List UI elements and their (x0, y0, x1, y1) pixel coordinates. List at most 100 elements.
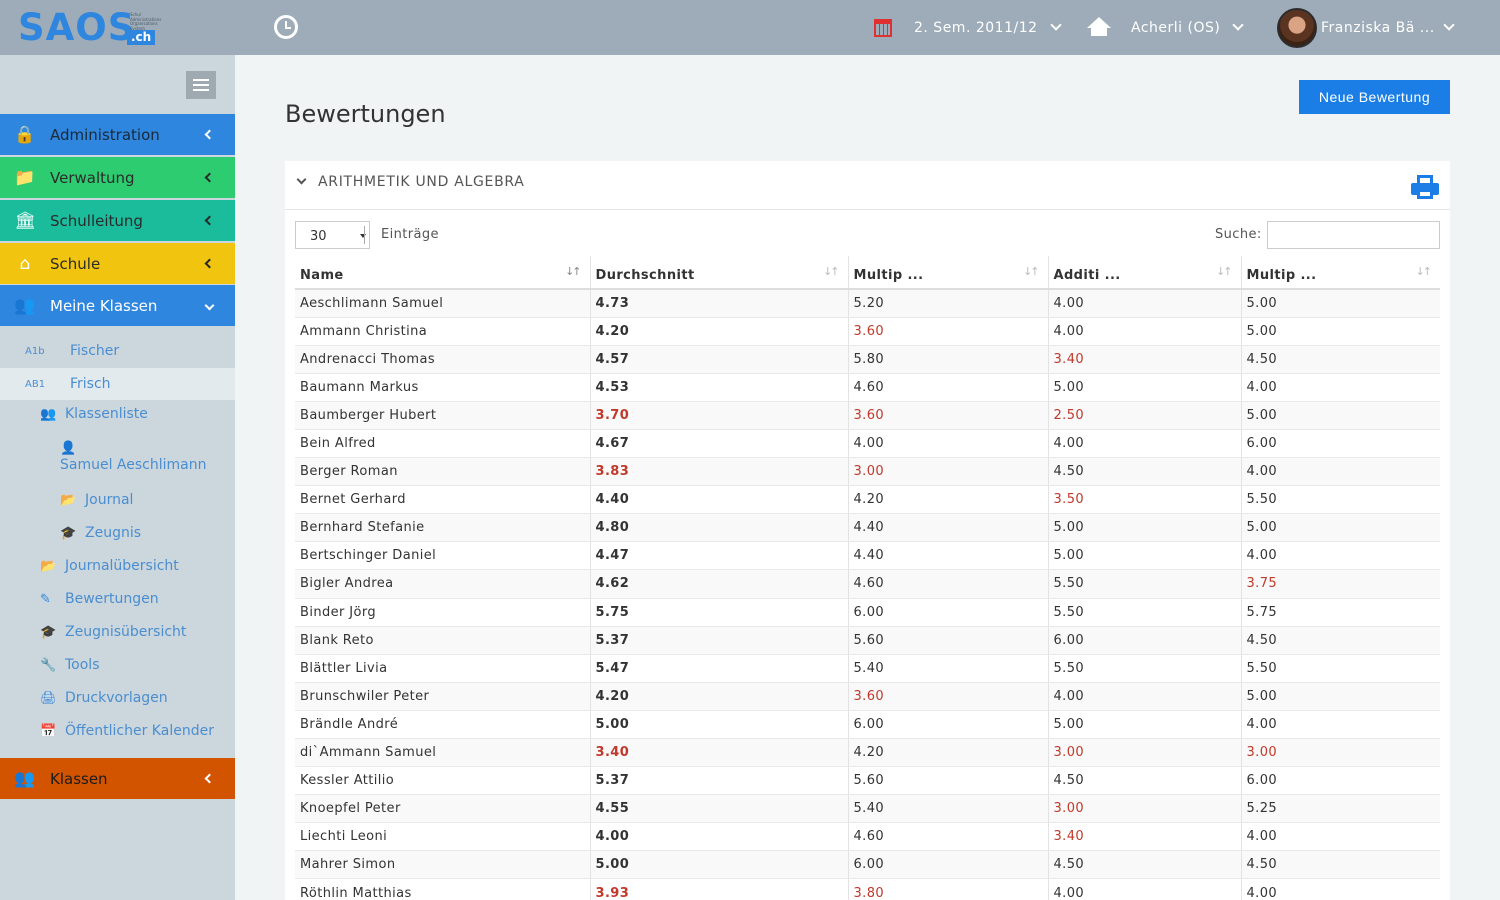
grade-cell: 4.00 (1241, 457, 1440, 487)
grade-cell: 5.40 (848, 794, 1049, 824)
table-row[interactable]: Brunschwiler Peter 4.20 3.60 4.00 5.00 (295, 682, 1440, 711)
class-name: Fischer (70, 343, 120, 359)
grade-cell: 5.40 (848, 654, 1049, 683)
column-header-name[interactable]: Name ↓↑ (295, 256, 591, 290)
semester-selector[interactable]: 2. Sem. 2011/12 (874, 0, 1062, 55)
table-row[interactable]: Brändle André 5.00 6.00 5.00 4.00 (295, 710, 1440, 740)
grade-cell: 4.00 (848, 429, 1049, 459)
grade-cell: 4.00 (1048, 317, 1242, 346)
table-row[interactable]: Berger Roman 3.83 3.00 4.50 4.00 (295, 457, 1440, 487)
wrench-icon: 🔧 (40, 657, 57, 673)
table-row[interactable]: Knoepfel Peter 4.55 5.40 3.00 5.25 (295, 794, 1440, 824)
school-selector[interactable]: Acherli (OS) (1087, 0, 1245, 55)
grade-cell: 3.00 (1048, 738, 1242, 768)
search-input[interactable] (1267, 221, 1440, 249)
column-header-exam-2[interactable]: Additi ... ↓↑ (1048, 256, 1242, 290)
nav-journal[interactable]: 📂 Journal (60, 492, 133, 508)
pencil-icon: ✎ (40, 591, 51, 607)
chevron-down-icon[interactable] (296, 174, 307, 185)
grade-cell: 4.00 (1241, 373, 1440, 402)
graduation-cap-icon: 🎓 (60, 525, 77, 541)
grade-cell: 5.50 (1048, 598, 1242, 627)
table-row[interactable]: Bertschinger Daniel 4.47 4.40 5.00 4.00 (295, 541, 1440, 571)
student-name-cell: Brändle André (295, 710, 591, 740)
average-cell: 4.20 (590, 317, 849, 346)
sidebar-section-schule[interactable]: ⌂ Schule (0, 243, 235, 284)
table-row[interactable]: Bigler Andrea 4.62 4.60 5.50 3.75 (295, 569, 1440, 599)
grade-cell: 6.00 (1048, 626, 1242, 655)
sort-icon: ↓↑ (1415, 265, 1433, 278)
student-name-cell: Blank Reto (295, 626, 591, 655)
grade-cell: 5.00 (1048, 710, 1242, 740)
grade-cell: 5.00 (1048, 373, 1242, 402)
page-title: Bewertungen (285, 100, 446, 128)
table-row[interactable]: Ammann Christina 4.20 3.60 4.00 5.00 (295, 317, 1440, 346)
sidebar-section-verwaltung[interactable]: 📁 Verwaltung (0, 157, 235, 198)
sidebar-section-meine-klassen[interactable]: 👥 Meine Klassen (0, 285, 235, 326)
nav-zeugnis[interactable]: 🎓 Zeugnis (60, 525, 141, 541)
nav-oeffentlicher-kalender[interactable]: 📅 Öffentlicher Kalender (40, 723, 214, 739)
table-row[interactable]: Baumann Markus 4.53 4.60 5.00 4.00 (295, 373, 1440, 402)
sidebar-section-label: Meine Klassen (50, 296, 158, 315)
nav-journaluebersicht[interactable]: 📂 Journalübersicht (40, 558, 179, 574)
page-length-select[interactable]: 30 (295, 221, 370, 249)
grade-cell: 4.50 (1048, 457, 1242, 487)
sidebar-section-administration[interactable]: 🔒 Administration (0, 114, 235, 155)
average-cell: 4.57 (590, 345, 849, 374)
print-icon[interactable] (1411, 175, 1439, 199)
column-header-average[interactable]: Durchschnitt ↓↑ (590, 256, 849, 290)
nav-label: Bewertungen (65, 591, 159, 607)
table-row[interactable]: Baumberger Hubert 3.70 3.60 2.50 5.00 (295, 401, 1440, 430)
grade-cell: 4.50 (1048, 766, 1242, 796)
new-rating-button[interactable]: Neue Bewertung (1299, 80, 1450, 114)
nav-druckvorlagen[interactable]: 🖨 Druckvorlagen (40, 690, 168, 706)
average-cell: 3.70 (590, 401, 849, 430)
class-name: Frisch (70, 376, 111, 392)
sidebar-section-label: Administration (50, 125, 160, 144)
chevron-left-icon (204, 129, 215, 140)
column-header-exam-3[interactable]: Multip ... ↓↑ (1241, 256, 1440, 290)
column-header-exam-1[interactable]: Multip ... ↓↑ (848, 256, 1049, 290)
class-item-fischer[interactable]: A1b Fischer (0, 335, 235, 367)
sidebar-section-klassen[interactable]: 👥 Klassen (0, 758, 235, 799)
nav-label: Journal (85, 492, 134, 508)
nav-label: Journalübersicht (65, 558, 179, 574)
nav-bewertungen[interactable]: ✎ Bewertungen (40, 591, 159, 607)
grade-cell: 6.00 (848, 710, 1049, 740)
users-icon: 👥 (14, 768, 36, 789)
student-name-cell: Bernet Gerhard (295, 485, 591, 515)
nav-tools[interactable]: 🔧 Tools (40, 657, 100, 673)
average-cell: 3.40 (590, 738, 849, 768)
user-menu[interactable]: Franziska Bä ... (1277, 0, 1455, 55)
ratings-panel: ARITHMETIK UND ALGEBRA 30 Einträge Suche… (285, 161, 1450, 900)
table-row[interactable]: Binder Jörg 5.75 6.00 5.50 5.75 (295, 598, 1440, 627)
grade-cell: 3.00 (1241, 738, 1440, 768)
table-row[interactable]: Liechti Leoni 4.00 4.60 3.40 4.00 (295, 822, 1440, 852)
logo-text: SAOS (18, 6, 136, 49)
table-row[interactable]: Bein Alfred 4.67 4.00 4.00 6.00 (295, 429, 1440, 459)
page-length-label: Einträge (381, 227, 439, 242)
sidebar-section-schulleitung[interactable]: 🏛 Schulleitung (0, 200, 235, 241)
student-name-cell: Baumberger Hubert (295, 401, 591, 430)
table-row[interactable]: Bernet Gerhard 4.40 4.20 3.50 5.50 (295, 485, 1440, 515)
table-row[interactable]: Aeschlimann Samuel 4.73 5.20 4.00 5.00 (295, 289, 1440, 318)
table-row[interactable]: Blättler Livia 5.47 5.40 5.50 5.50 (295, 654, 1440, 683)
nav-zeugnisuebersicht[interactable]: 🎓 Zeugnisübersicht (40, 624, 186, 640)
table-row[interactable]: Bernhard Stefanie 4.80 4.40 5.00 5.00 (295, 513, 1440, 543)
table-row[interactable]: Mahrer Simon 5.00 6.00 4.50 4.50 (295, 850, 1440, 880)
clock-icon[interactable] (274, 15, 298, 39)
panel-header[interactable]: ARITHMETIK UND ALGEBRA (285, 161, 1450, 210)
menu-toggle-button[interactable] (186, 71, 216, 99)
table-row[interactable]: di`Ammann Samuel 3.40 4.20 3.00 3.00 (295, 738, 1440, 768)
nav-student[interactable]: 👤 Samuel Aeschlimann (60, 441, 206, 473)
nav-klassenliste[interactable]: 👥 Klassenliste (40, 406, 148, 422)
class-item-frisch[interactable]: AB1 Frisch (0, 368, 235, 400)
chevron-left-icon (204, 773, 215, 784)
table-row[interactable]: Blank Reto 5.37 5.60 6.00 4.50 (295, 626, 1440, 655)
saos-logo[interactable]: SAOS Schul Administrations Organisations… (18, 6, 168, 49)
average-cell: 4.53 (590, 373, 849, 402)
table-row[interactable]: Röthlin Matthias 3.93 3.80 4.00 4.00 (295, 878, 1440, 900)
table-row[interactable]: Andrenacci Thomas 4.57 5.80 3.40 4.50 (295, 345, 1440, 374)
average-cell: 4.40 (590, 485, 849, 515)
table-row[interactable]: Kessler Attilio 5.37 5.60 4.50 6.00 (295, 766, 1440, 796)
